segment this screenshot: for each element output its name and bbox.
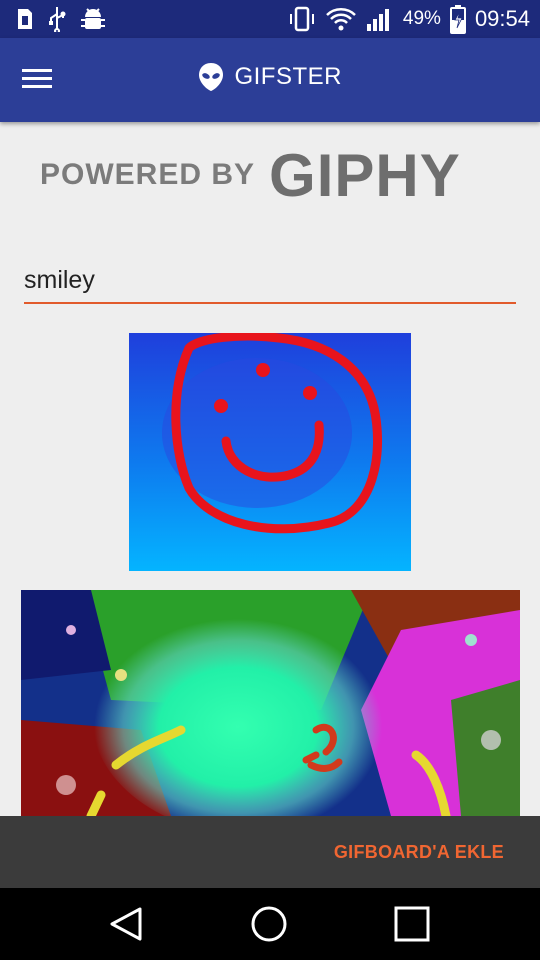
usb-icon [49,7,66,32]
system-nav-bar [0,888,540,960]
vibrate-icon [289,6,314,32]
home-icon[interactable] [251,906,287,942]
wifi-icon [326,8,356,31]
app-toolbar: GIFSTER [0,38,540,122]
search-field[interactable] [24,258,516,304]
giphy-logo: GIPHY [269,141,461,209]
battery-percent: 49% [402,8,441,29]
powered-by-label: POWERED BY [40,158,256,191]
signal-icon [366,9,389,31]
smiley-face-gif[interactable] [129,331,411,571]
alien-head-icon [199,63,224,91]
sim-icon [18,9,32,29]
app-title: GIFSTER [234,63,342,90]
android-debug-icon [81,8,105,29]
clock: 09:54 [474,6,530,31]
add-to-gifboard-button[interactable]: GIFBOARD'A EKLE [334,842,504,863]
giphy-attribution: POWERED BY GIPHY [40,142,500,209]
app-title-group: GIFSTER [0,62,540,92]
status-bar: 49% 09:54 [0,0,540,38]
battery-charging-icon [449,5,466,34]
back-icon[interactable] [108,906,144,942]
search-input[interactable] [24,258,516,302]
abstract-smiley-gif[interactable] [21,590,520,816]
recents-icon[interactable] [394,906,430,942]
bottom-action-bar: GIFBOARD'A EKLE [0,816,540,888]
